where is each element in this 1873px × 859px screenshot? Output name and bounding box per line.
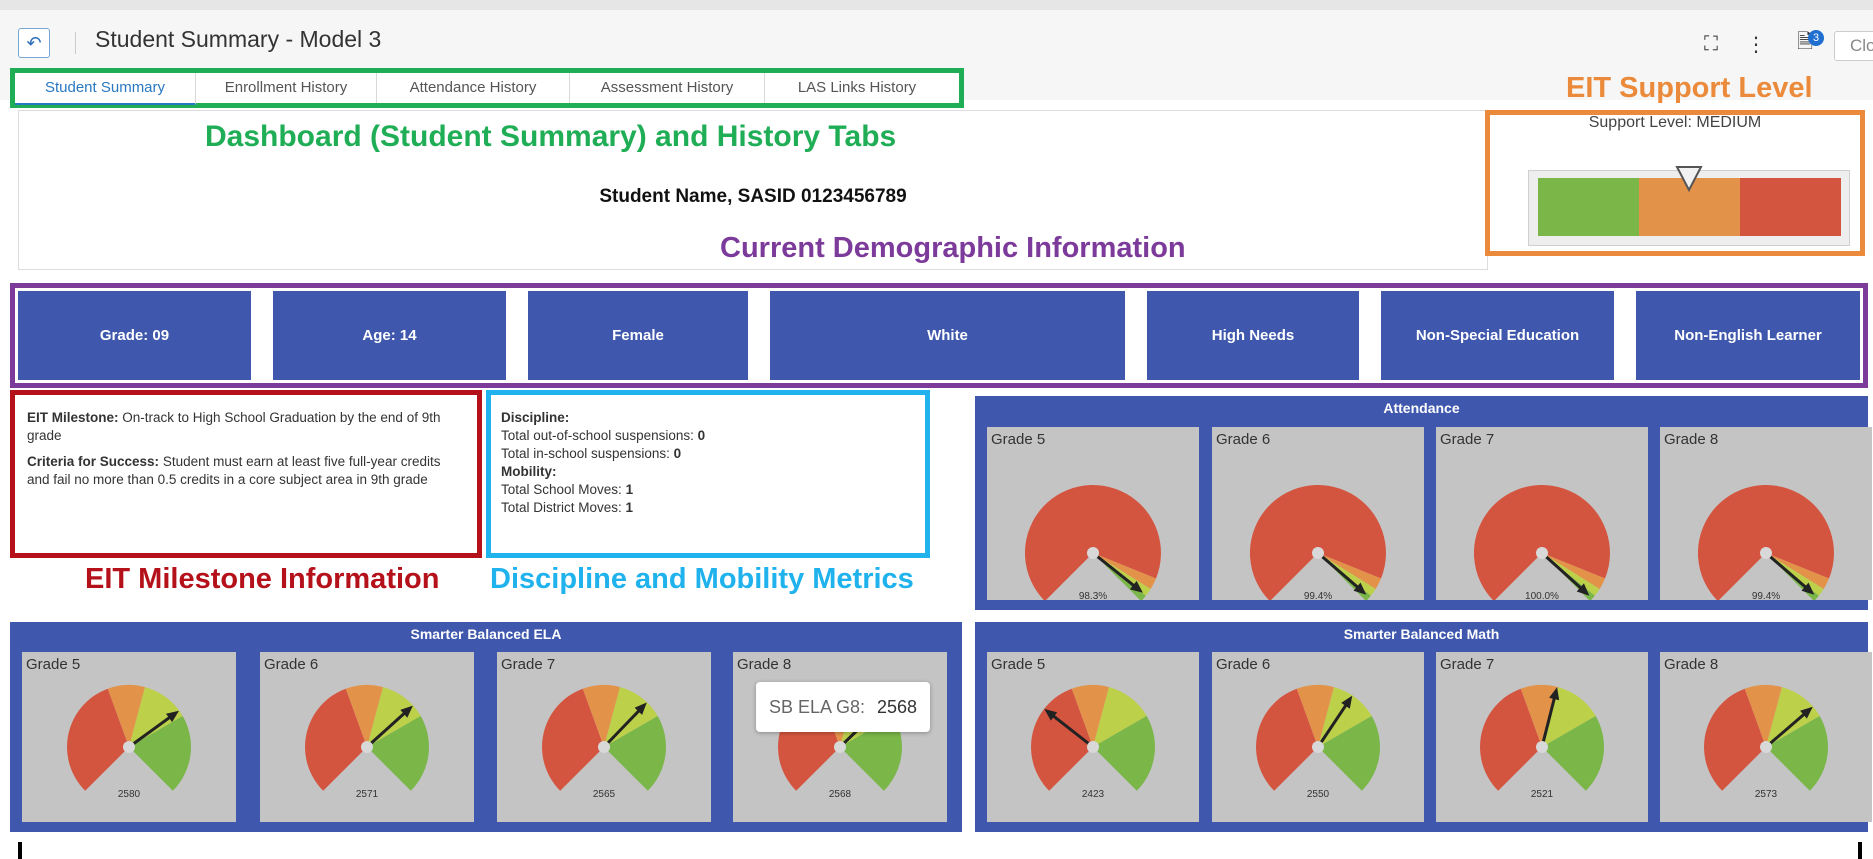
school-moves-label: Total School Moves: [501, 482, 622, 497]
tab-student-summary[interactable]: Student Summary [15, 73, 196, 105]
math-gauge-grade: Grade 8 [1664, 656, 1719, 673]
attendance-gauge-card[interactable] [1212, 427, 1424, 600]
title-divider [75, 32, 76, 54]
tooltip-label: SB ELA G8: [768, 696, 865, 717]
gauge-hub [1087, 741, 1099, 753]
gauge-hub [1312, 741, 1324, 753]
attendance-gauge-dial [1024, 485, 1161, 600]
math-gauge-value: 2521 [1530, 789, 1554, 800]
attendance-gauge-value: 99.4% [1303, 591, 1333, 602]
math-panel-title: Smarter Balanced Math [1343, 626, 1500, 642]
attendance-panel-title: Attendance [1383, 400, 1460, 416]
support-segment-low [1538, 178, 1639, 236]
math-gauge-grade: Grade 6 [1216, 656, 1271, 673]
ela-panel-title: Smarter Balanced ELA [410, 626, 562, 642]
tab-assessment-history[interactable]: Assessment History [570, 73, 765, 103]
demo-english-learner: Non-English Learner [1636, 291, 1860, 380]
district-moves-label: Total District Moves: [501, 500, 622, 515]
top-strip [0, 0, 1873, 10]
attendance-gauge-card[interactable] [987, 427, 1199, 600]
support-level-label: Support Level: MEDIUM [1588, 114, 1762, 131]
ela-gauge-grade: Grade 8 [737, 656, 792, 673]
ins-value: 0 [673, 446, 682, 461]
ela-gauge-grade: Grade 5 [26, 656, 81, 673]
back-button[interactable]: ↶ [18, 28, 50, 58]
ela-gauge-value: 2571 [355, 789, 379, 800]
tab-las-links-history[interactable]: LAS Links History [765, 73, 949, 103]
math-gauge-value: 2423 [1081, 789, 1105, 800]
mobility-label: Mobility: [501, 464, 557, 479]
attendance-gauge-grade: Grade 6 [1216, 431, 1271, 448]
school-moves-value: 1 [625, 482, 634, 497]
demo-special-education: Non-Special Education [1381, 291, 1614, 380]
attendance-gauge-value: 100.0% [1525, 591, 1559, 602]
demo-grade: Grade: 09 [18, 291, 251, 380]
support-segment-high [1740, 178, 1841, 236]
criteria-label: Criteria for Success: [27, 454, 160, 469]
annotation-demographics: Current Demographic Information [720, 232, 1186, 264]
gauge-hub [1760, 741, 1772, 753]
annotation-tabs: Dashboard (Student Summary) and History … [205, 120, 897, 153]
tab-bar: Student Summary Enrollment History Atten… [10, 68, 964, 108]
district-moves-value: 1 [625, 500, 634, 515]
attendance-gauge-card[interactable] [1660, 427, 1872, 600]
oos-value: 0 [697, 428, 706, 443]
annotation-discipline: Discipline and Mobility Metrics [490, 563, 914, 595]
gauge-tooltip: SB ELA G8: 2568 [756, 682, 930, 732]
tab-attendance-history[interactable]: Attendance History [377, 73, 570, 103]
attendance-gauge-grade: Grade 8 [1664, 431, 1719, 448]
annotation-support: EIT Support Level [1566, 72, 1813, 104]
tooltip-value: 2568 [877, 696, 918, 717]
ela-gauge-value: 2568 [828, 789, 852, 800]
discipline-box: Discipline: Total out-of-school suspensi… [486, 390, 930, 558]
close-button[interactable]: Clo [1834, 31, 1873, 61]
math-gauge-value: 2550 [1306, 789, 1330, 800]
milestone-label: EIT Milestone: [27, 410, 119, 425]
ela-gauge-value: 2580 [117, 789, 141, 800]
fullscreen-icon[interactable]: ⛶ [1696, 30, 1726, 58]
ela-gauge-grade: Grade 7 [501, 656, 556, 673]
attendance-gauge-value: 98.3% [1078, 591, 1108, 602]
tab-enrollment-history[interactable]: Enrollment History [196, 73, 377, 103]
gauge-hub [1312, 547, 1324, 559]
attendance-gauge-grade: Grade 7 [1440, 431, 1495, 448]
gauge-hub [123, 741, 135, 753]
gauge-hub [1536, 741, 1548, 753]
ela-gauge-value: 2565 [592, 789, 616, 800]
attendance-gauge-card[interactable] [1436, 427, 1648, 600]
attendance-gauge-value: 99.4% [1751, 591, 1781, 602]
attendance-gauge-dial [1697, 485, 1834, 600]
math-gauge-grade: Grade 5 [991, 656, 1046, 673]
math-gauge-grade: Grade 7 [1440, 656, 1495, 673]
attendance-gauge-dial [1249, 485, 1386, 600]
attendance-gauge-dial [1473, 485, 1610, 600]
demo-high-needs: High Needs [1147, 291, 1359, 380]
bottom-bracket-left [18, 842, 22, 859]
gauge-hub [834, 741, 846, 753]
discipline-label: Discipline: [501, 410, 570, 425]
gauge-hub [1087, 547, 1099, 559]
page-title: Student Summary - Model 3 [95, 26, 382, 52]
ela-gauge-grade: Grade 6 [264, 656, 319, 673]
annotation-milestone: EIT Milestone Information [85, 563, 440, 595]
support-level-marker-icon [1675, 166, 1703, 193]
gauge-hub [1760, 547, 1772, 559]
demo-gender: Female [528, 291, 748, 380]
gauge-hub [361, 741, 373, 753]
student-name: Student Name, SASID 0123456789 [599, 186, 907, 207]
gauge-hub [1536, 547, 1548, 559]
milestone-box: EIT Milestone: On-track to High School G… [10, 390, 482, 558]
attendance-gauge-grade: Grade 5 [991, 431, 1046, 448]
more-options-icon[interactable]: ⋮ [1741, 30, 1771, 58]
gauge-hub [598, 741, 610, 753]
ins-label: Total in-school suspensions: [501, 446, 670, 461]
demo-race: White [770, 291, 1125, 380]
demo-age: Age: 14 [273, 291, 506, 380]
oos-label: Total out-of-school suspensions: [501, 428, 694, 443]
back-arrow-icon: ↶ [26, 32, 42, 53]
notification-badge: 3 [1808, 30, 1824, 46]
math-gauge-value: 2573 [1754, 789, 1778, 800]
bottom-bracket-right [1858, 842, 1862, 859]
